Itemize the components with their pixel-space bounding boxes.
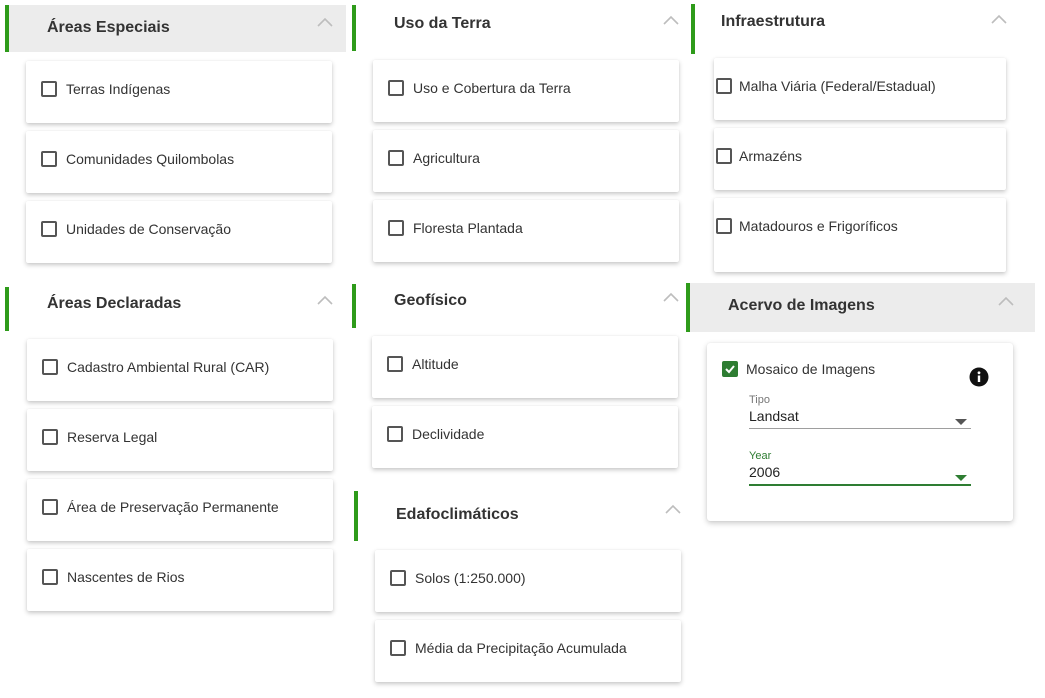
panel-header-edafoclimaticos[interactable]: Edafoclimáticos [354, 491, 692, 541]
checkbox[interactable] [388, 220, 404, 236]
checkbox[interactable] [716, 148, 732, 164]
layer-card-uso-e-cobertura[interactable]: Uso e Cobertura da Terra [373, 60, 679, 122]
tipo-value: Landsat [749, 408, 799, 424]
accent-bar [686, 283, 690, 332]
chevron-up-icon[interactable] [663, 292, 679, 304]
year-label: Year [749, 450, 772, 462]
chevron-up-icon[interactable] [317, 295, 333, 307]
year-underline [749, 484, 971, 486]
layer-card-car[interactable]: Cadastro Ambiental Rural (CAR) [27, 339, 333, 401]
info-icon[interactable] [969, 367, 989, 387]
checkbox[interactable] [716, 78, 732, 94]
panel-title: Infraestrutura [721, 13, 826, 30]
layer-label: Uso e Cobertura da Terra [413, 80, 571, 96]
panel-title: Geofísico [394, 292, 467, 309]
chevron-up-icon[interactable] [998, 296, 1014, 308]
layer-label: Agricultura [413, 150, 480, 166]
checkbox[interactable] [42, 429, 58, 445]
layer-card-comunidades-quilombolas[interactable]: Comunidades Quilombolas [26, 131, 332, 193]
accent-bar [691, 4, 695, 54]
accent-bar [5, 287, 9, 331]
chevron-up-icon[interactable] [317, 17, 333, 29]
layer-label: Reserva Legal [67, 429, 158, 445]
layer-card-floresta-plantada[interactable]: Floresta Plantada [373, 200, 679, 262]
layer-label: Malha Viária (Federal/Estadual) [739, 78, 936, 94]
layer-card-terras-indigenas[interactable]: Terras Indígenas [26, 61, 332, 123]
accent-bar [352, 284, 356, 328]
layer-label: Unidades de Conservação [66, 221, 231, 237]
accent-bar [5, 5, 9, 52]
chevron-up-icon[interactable] [991, 14, 1007, 26]
checkbox[interactable] [390, 570, 406, 586]
check-icon [725, 365, 735, 374]
panel-title: Áreas Especiais [47, 19, 170, 36]
panel-title: Áreas Declaradas [47, 295, 182, 312]
year-value: 2006 [749, 464, 781, 480]
mosaico-card: Mosaico de Imagens Tipo Landsat Year 200… [707, 343, 1013, 521]
chevron-up-icon[interactable] [665, 504, 681, 516]
layer-card-altitude[interactable]: Altitude [372, 336, 678, 398]
panel-header-areas-especiais[interactable]: Áreas Especiais [5, 5, 346, 52]
checkbox[interactable] [41, 221, 57, 237]
layer-card-nascentes-de-rios[interactable]: Nascentes de Rios [27, 549, 333, 611]
chevron-up-icon[interactable] [663, 15, 679, 27]
tipo-select[interactable]: Tipo Landsat [749, 394, 971, 429]
layer-label: Comunidades Quilombolas [66, 151, 235, 167]
mosaico-checkbox[interactable] [722, 361, 738, 377]
layer-card-agricultura[interactable]: Agricultura [373, 130, 679, 192]
tipo-underline [749, 428, 971, 429]
accent-bar [352, 5, 356, 51]
accent-bar [354, 491, 358, 541]
layer-label: Solos (1:250.000) [415, 570, 526, 586]
checkbox[interactable] [387, 426, 403, 442]
panel-title: Acervo de Imagens [728, 297, 875, 314]
layer-label: Matadouros e Frigoríficos [739, 218, 898, 234]
checkbox[interactable] [42, 499, 58, 515]
layer-label: Cadastro Ambiental Rural (CAR) [67, 359, 270, 375]
panel-header-geofisico[interactable]: Geofísico [352, 284, 692, 328]
layer-label: Altitude [412, 356, 459, 372]
panel-header-areas-declaradas[interactable]: Áreas Declaradas [5, 287, 346, 331]
checkbox[interactable] [390, 640, 406, 656]
tipo-label: Tipo [749, 394, 770, 406]
layer-card-declividade[interactable]: Declividade [372, 406, 678, 468]
layer-card-malha-viaria[interactable]: Malha Viária (Federal/Estadual) [714, 58, 1006, 120]
layer-card-unidades-de-conservacao[interactable]: Unidades de Conservação [26, 201, 332, 263]
layer-label: Terras Indígenas [66, 81, 171, 97]
layer-card-app[interactable]: Área de Preservação Permanente [27, 479, 333, 541]
layer-card-precipitacao[interactable]: Média da Precipitação Acumulada [375, 620, 681, 682]
layer-card-armazens[interactable]: Armazéns [714, 128, 1006, 190]
panel-title: Edafoclimáticos [396, 506, 519, 523]
checkbox[interactable] [716, 218, 732, 234]
layer-card-matadouros[interactable]: Matadouros e Frigoríficos [714, 198, 1006, 272]
mosaico-label: Mosaico de Imagens [746, 361, 876, 377]
year-select[interactable]: Year 2006 [749, 450, 971, 486]
layer-card-reserva-legal[interactable]: Reserva Legal [27, 409, 333, 471]
checkbox[interactable] [388, 150, 404, 166]
checkbox[interactable] [41, 151, 57, 167]
panel-header-acervo-de-imagens[interactable]: Acervo de Imagens [686, 283, 1035, 332]
checkbox[interactable] [41, 81, 57, 97]
layer-card-solos[interactable]: Solos (1:250.000) [375, 550, 681, 612]
layer-label: Área de Preservação Permanente [67, 499, 279, 515]
layer-label: Floresta Plantada [413, 220, 523, 236]
checkbox[interactable] [387, 356, 403, 372]
layer-label: Declividade [412, 426, 485, 442]
checkbox[interactable] [42, 569, 58, 585]
panel-header-infraestrutura[interactable]: Infraestrutura [691, 4, 1021, 54]
layer-label: Armazéns [739, 148, 803, 164]
panel-header-uso-da-terra[interactable]: Uso da Terra [352, 5, 692, 51]
layer-label: Nascentes de Rios [67, 569, 185, 585]
layer-label: Média da Precipitação Acumulada [415, 640, 627, 656]
checkbox[interactable] [42, 359, 58, 375]
panel-title: Uso da Terra [394, 15, 491, 32]
checkbox[interactable] [388, 80, 404, 96]
